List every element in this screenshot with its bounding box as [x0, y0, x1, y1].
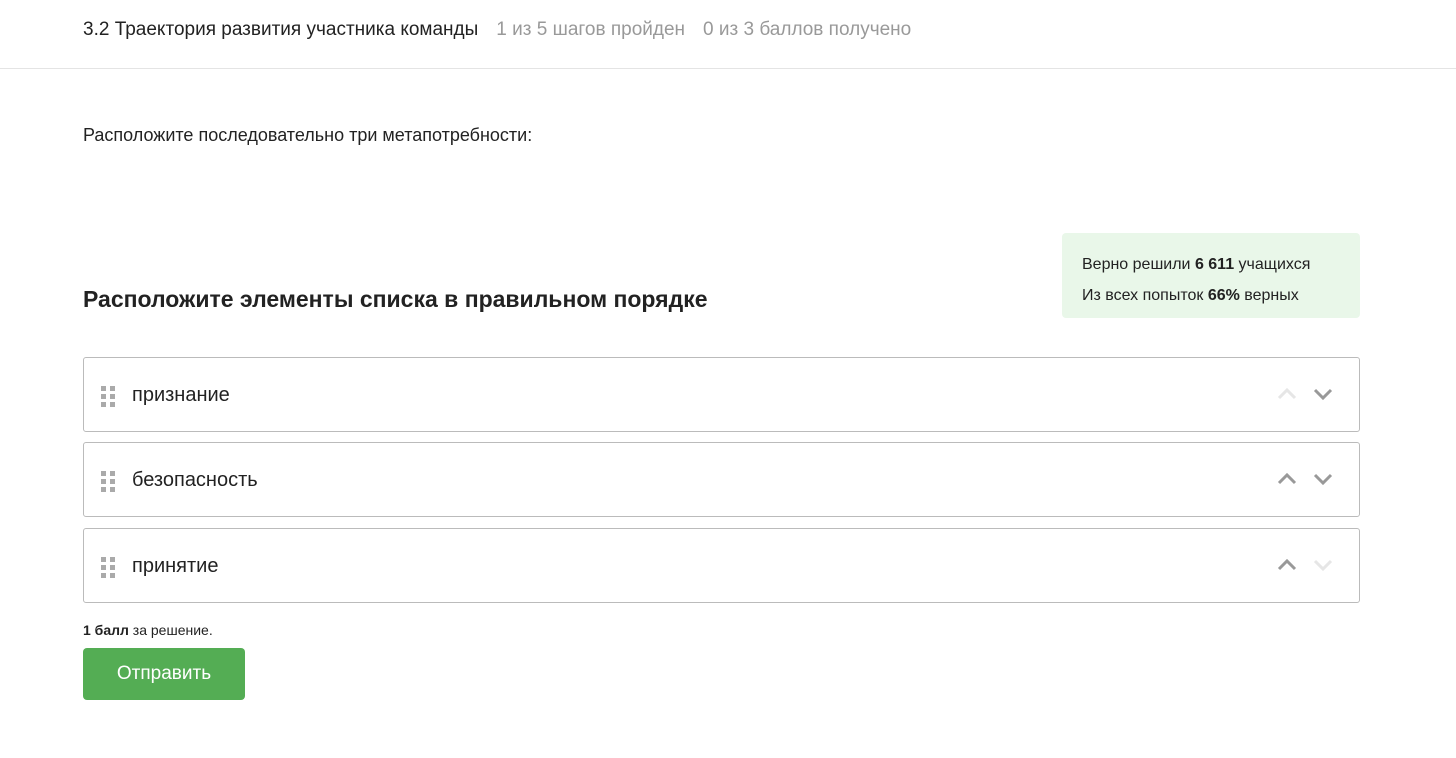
question-prompt: Расположите последовательно три метапотр… [83, 125, 533, 145]
move-up-icon[interactable] [1275, 382, 1299, 406]
move-down-icon[interactable] [1311, 382, 1335, 406]
item-label: принятие [132, 555, 219, 577]
score-info: 1 балл за решение. [83, 622, 213, 638]
lesson-title: 3.2 Траектория развития участника команд… [83, 19, 911, 41]
sortable-item[interactable]: признание [83, 357, 1360, 432]
move-down-icon[interactable] [1311, 553, 1335, 577]
item-label: безопасность [132, 469, 258, 491]
item-label: признание [132, 384, 230, 406]
move-up-icon[interactable] [1275, 553, 1299, 577]
lesson-title-text: 3.2 Траектория развития участника команд… [83, 19, 479, 40]
stats-attempts: Из всех попыток 66% верных [1082, 287, 1299, 304]
sortable-item[interactable]: безопасность [83, 442, 1360, 517]
stats-box: Верно решили 6 611 учащихся Из всех попы… [1062, 233, 1360, 318]
sortable-item[interactable]: принятие [83, 528, 1360, 603]
steps-progress: 1 из 5 шагов пройден [496, 19, 686, 40]
drag-handle-icon[interactable] [101, 471, 115, 492]
submit-button[interactable]: Отправить [83, 648, 245, 700]
move-up-icon[interactable] [1275, 467, 1299, 491]
step-header: 3.2 Траектория развития участника команд… [0, 0, 1456, 69]
points-progress: 0 из 3 баллов получено [703, 19, 912, 40]
move-down-icon[interactable] [1311, 467, 1335, 491]
stats-solved: Верно решили 6 611 учащихся [1082, 256, 1311, 273]
drag-handle-icon[interactable] [101, 557, 115, 578]
drag-handle-icon[interactable] [101, 386, 115, 407]
question-title: Расположите элементы списка в правильном… [83, 286, 708, 312]
